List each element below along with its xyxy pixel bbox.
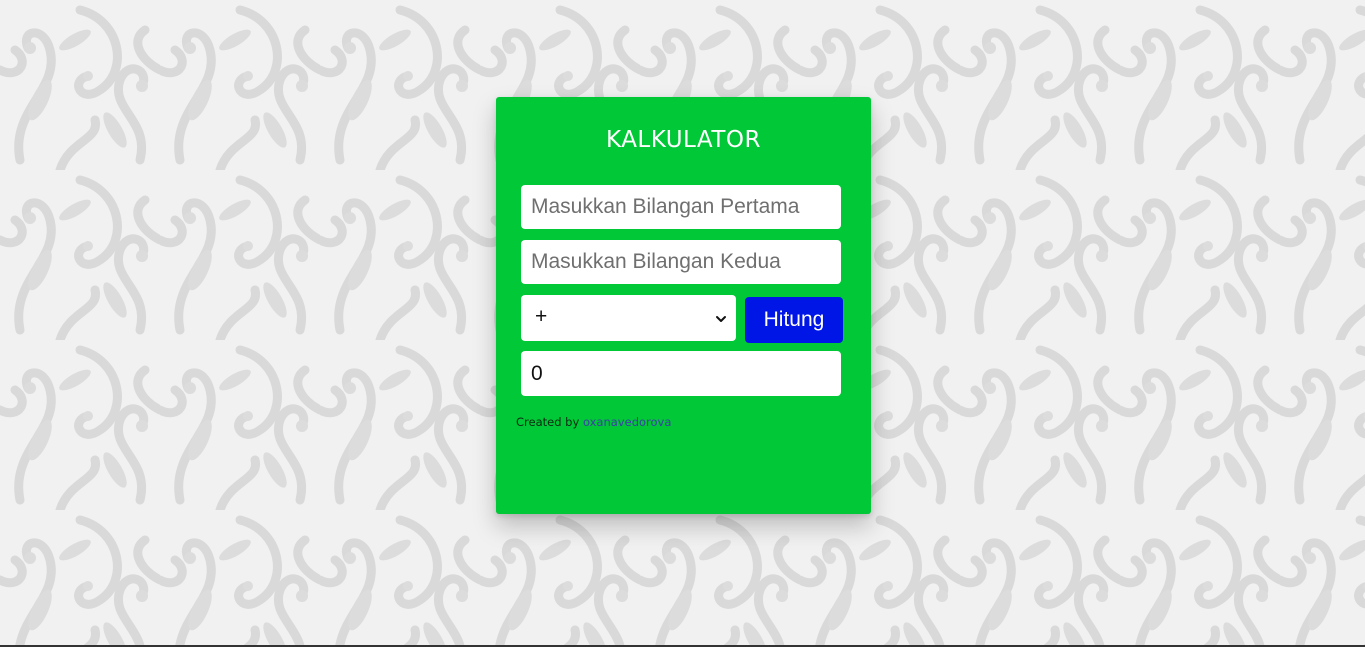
credit-text: Created by oxanavedorova bbox=[516, 415, 671, 429]
calculate-button[interactable]: Hitung bbox=[745, 297, 843, 343]
credit-author-link[interactable]: oxanavedorova bbox=[583, 415, 671, 429]
calculator-card: KALKULATOR + Hitung 0 Created by oxanave… bbox=[496, 97, 871, 514]
result-field[interactable]: 0 bbox=[521, 351, 841, 396]
credit-prefix: Created by bbox=[516, 415, 580, 429]
chevron-down-icon bbox=[715, 312, 727, 324]
calculator-title: KALKULATOR bbox=[606, 127, 761, 153]
second-number-input[interactable] bbox=[521, 240, 841, 284]
first-number-input[interactable] bbox=[521, 185, 841, 229]
operator-select[interactable]: + bbox=[521, 295, 736, 341]
operator-select-value: + bbox=[535, 305, 548, 328]
